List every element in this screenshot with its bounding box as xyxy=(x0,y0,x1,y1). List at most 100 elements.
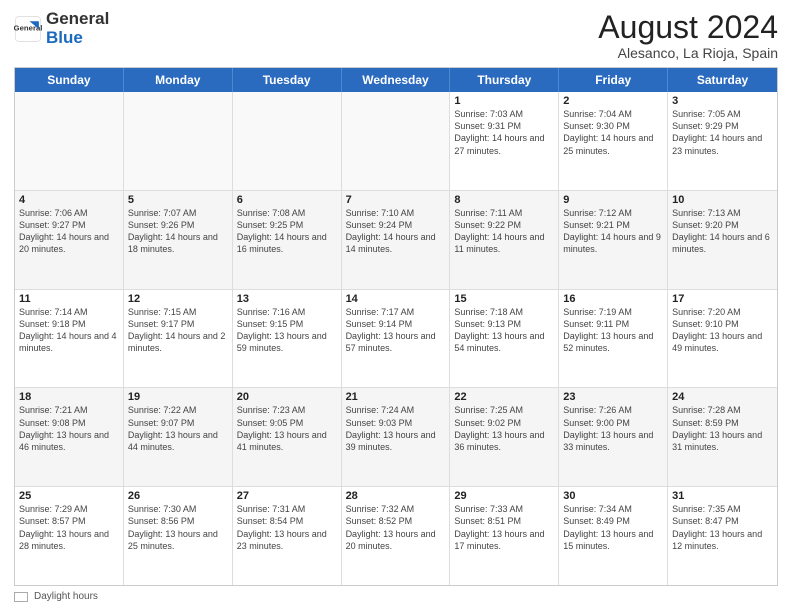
weekday-monday: Monday xyxy=(124,68,233,92)
calendar-cell-r2-c2: 13Sunrise: 7:16 AM Sunset: 9:15 PM Dayli… xyxy=(233,290,342,388)
daylight-box xyxy=(14,592,28,602)
calendar-cell-r3-c1: 19Sunrise: 7:22 AM Sunset: 9:07 PM Dayli… xyxy=(124,388,233,486)
day-number: 12 xyxy=(128,293,228,305)
logo-text: General Blue xyxy=(46,10,109,47)
calendar-cell-r3-c2: 20Sunrise: 7:23 AM Sunset: 9:05 PM Dayli… xyxy=(233,388,342,486)
calendar-cell-r0-c6: 3Sunrise: 7:05 AM Sunset: 9:29 PM Daylig… xyxy=(668,92,777,190)
calendar-row-4: 25Sunrise: 7:29 AM Sunset: 8:57 PM Dayli… xyxy=(15,487,777,585)
day-number: 18 xyxy=(19,391,119,403)
weekday-wednesday: Wednesday xyxy=(342,68,451,92)
day-info: Sunrise: 7:15 AM Sunset: 9:17 PM Dayligh… xyxy=(128,306,228,355)
daylight-label: Daylight hours xyxy=(34,591,98,602)
day-number: 1 xyxy=(454,95,554,107)
day-info: Sunrise: 7:12 AM Sunset: 9:21 PM Dayligh… xyxy=(563,207,663,256)
day-number: 7 xyxy=(346,194,446,206)
calendar-cell-r4-c3: 28Sunrise: 7:32 AM Sunset: 8:52 PM Dayli… xyxy=(342,487,451,585)
day-info: Sunrise: 7:05 AM Sunset: 9:29 PM Dayligh… xyxy=(672,108,773,157)
day-info: Sunrise: 7:35 AM Sunset: 8:47 PM Dayligh… xyxy=(672,503,773,552)
calendar-cell-r1-c2: 6Sunrise: 7:08 AM Sunset: 9:25 PM Daylig… xyxy=(233,191,342,289)
day-number: 10 xyxy=(672,194,773,206)
weekday-thursday: Thursday xyxy=(450,68,559,92)
day-number: 30 xyxy=(563,490,663,502)
footer: Daylight hours xyxy=(14,591,778,602)
weekday-saturday: Saturday xyxy=(668,68,777,92)
day-info: Sunrise: 7:17 AM Sunset: 9:14 PM Dayligh… xyxy=(346,306,446,355)
day-number: 28 xyxy=(346,490,446,502)
day-number: 23 xyxy=(563,391,663,403)
calendar-cell-r2-c1: 12Sunrise: 7:15 AM Sunset: 9:17 PM Dayli… xyxy=(124,290,233,388)
day-info: Sunrise: 7:23 AM Sunset: 9:05 PM Dayligh… xyxy=(237,404,337,453)
day-number: 26 xyxy=(128,490,228,502)
calendar-cell-r1-c4: 8Sunrise: 7:11 AM Sunset: 9:22 PM Daylig… xyxy=(450,191,559,289)
calendar-cell-r4-c4: 29Sunrise: 7:33 AM Sunset: 8:51 PM Dayli… xyxy=(450,487,559,585)
day-number: 25 xyxy=(19,490,119,502)
day-info: Sunrise: 7:30 AM Sunset: 8:56 PM Dayligh… xyxy=(128,503,228,552)
calendar-header: Sunday Monday Tuesday Wednesday Thursday… xyxy=(15,68,777,92)
day-info: Sunrise: 7:34 AM Sunset: 8:49 PM Dayligh… xyxy=(563,503,663,552)
calendar-cell-r3-c0: 18Sunrise: 7:21 AM Sunset: 9:08 PM Dayli… xyxy=(15,388,124,486)
header: General General Blue August 2024 Alesanc… xyxy=(14,10,778,61)
calendar-cell-r0-c0 xyxy=(15,92,124,190)
day-number: 13 xyxy=(237,293,337,305)
logo-general: General xyxy=(46,9,109,28)
calendar-row-3: 18Sunrise: 7:21 AM Sunset: 9:08 PM Dayli… xyxy=(15,388,777,487)
calendar-row-0: 1Sunrise: 7:03 AM Sunset: 9:31 PM Daylig… xyxy=(15,92,777,191)
calendar-cell-r4-c1: 26Sunrise: 7:30 AM Sunset: 8:56 PM Dayli… xyxy=(124,487,233,585)
day-number: 31 xyxy=(672,490,773,502)
day-info: Sunrise: 7:13 AM Sunset: 9:20 PM Dayligh… xyxy=(672,207,773,256)
calendar-cell-r0-c2 xyxy=(233,92,342,190)
day-info: Sunrise: 7:25 AM Sunset: 9:02 PM Dayligh… xyxy=(454,404,554,453)
day-number: 29 xyxy=(454,490,554,502)
title-block: August 2024 Alesanco, La Rioja, Spain xyxy=(598,10,778,61)
weekday-friday: Friday xyxy=(559,68,668,92)
day-info: Sunrise: 7:04 AM Sunset: 9:30 PM Dayligh… xyxy=(563,108,663,157)
day-info: Sunrise: 7:21 AM Sunset: 9:08 PM Dayligh… xyxy=(19,404,119,453)
day-number: 8 xyxy=(454,194,554,206)
day-number: 3 xyxy=(672,95,773,107)
day-number: 5 xyxy=(128,194,228,206)
calendar-cell-r2-c6: 17Sunrise: 7:20 AM Sunset: 9:10 PM Dayli… xyxy=(668,290,777,388)
subtitle: Alesanco, La Rioja, Spain xyxy=(598,45,778,61)
calendar-cell-r3-c3: 21Sunrise: 7:24 AM Sunset: 9:03 PM Dayli… xyxy=(342,388,451,486)
weekday-tuesday: Tuesday xyxy=(233,68,342,92)
day-info: Sunrise: 7:20 AM Sunset: 9:10 PM Dayligh… xyxy=(672,306,773,355)
calendar-cell-r3-c4: 22Sunrise: 7:25 AM Sunset: 9:02 PM Dayli… xyxy=(450,388,559,486)
calendar: Sunday Monday Tuesday Wednesday Thursday… xyxy=(14,67,778,586)
weekday-sunday: Sunday xyxy=(15,68,124,92)
calendar-cell-r1-c6: 10Sunrise: 7:13 AM Sunset: 9:20 PM Dayli… xyxy=(668,191,777,289)
day-info: Sunrise: 7:19 AM Sunset: 9:11 PM Dayligh… xyxy=(563,306,663,355)
day-info: Sunrise: 7:14 AM Sunset: 9:18 PM Dayligh… xyxy=(19,306,119,355)
calendar-cell-r3-c5: 23Sunrise: 7:26 AM Sunset: 9:00 PM Dayli… xyxy=(559,388,668,486)
calendar-cell-r1-c3: 7Sunrise: 7:10 AM Sunset: 9:24 PM Daylig… xyxy=(342,191,451,289)
day-number: 22 xyxy=(454,391,554,403)
day-info: Sunrise: 7:29 AM Sunset: 8:57 PM Dayligh… xyxy=(19,503,119,552)
day-info: Sunrise: 7:03 AM Sunset: 9:31 PM Dayligh… xyxy=(454,108,554,157)
logo-blue: Blue xyxy=(46,28,83,47)
logo: General General Blue xyxy=(14,10,109,47)
day-number: 21 xyxy=(346,391,446,403)
day-info: Sunrise: 7:32 AM Sunset: 8:52 PM Dayligh… xyxy=(346,503,446,552)
calendar-cell-r0-c4: 1Sunrise: 7:03 AM Sunset: 9:31 PM Daylig… xyxy=(450,92,559,190)
calendar-cell-r4-c5: 30Sunrise: 7:34 AM Sunset: 8:49 PM Dayli… xyxy=(559,487,668,585)
day-number: 17 xyxy=(672,293,773,305)
day-info: Sunrise: 7:31 AM Sunset: 8:54 PM Dayligh… xyxy=(237,503,337,552)
calendar-cell-r4-c6: 31Sunrise: 7:35 AM Sunset: 8:47 PM Dayli… xyxy=(668,487,777,585)
day-number: 2 xyxy=(563,95,663,107)
calendar-cell-r1-c5: 9Sunrise: 7:12 AM Sunset: 9:21 PM Daylig… xyxy=(559,191,668,289)
day-number: 6 xyxy=(237,194,337,206)
calendar-cell-r1-c1: 5Sunrise: 7:07 AM Sunset: 9:26 PM Daylig… xyxy=(124,191,233,289)
day-info: Sunrise: 7:06 AM Sunset: 9:27 PM Dayligh… xyxy=(19,207,119,256)
page: General General Blue August 2024 Alesanc… xyxy=(0,0,792,612)
day-info: Sunrise: 7:24 AM Sunset: 9:03 PM Dayligh… xyxy=(346,404,446,453)
calendar-cell-r2-c5: 16Sunrise: 7:19 AM Sunset: 9:11 PM Dayli… xyxy=(559,290,668,388)
calendar-row-1: 4Sunrise: 7:06 AM Sunset: 9:27 PM Daylig… xyxy=(15,191,777,290)
day-info: Sunrise: 7:33 AM Sunset: 8:51 PM Dayligh… xyxy=(454,503,554,552)
calendar-cell-r4-c0: 25Sunrise: 7:29 AM Sunset: 8:57 PM Dayli… xyxy=(15,487,124,585)
day-number: 11 xyxy=(19,293,119,305)
day-number: 19 xyxy=(128,391,228,403)
day-number: 14 xyxy=(346,293,446,305)
calendar-cell-r0-c5: 2Sunrise: 7:04 AM Sunset: 9:30 PM Daylig… xyxy=(559,92,668,190)
calendar-cell-r2-c4: 15Sunrise: 7:18 AM Sunset: 9:13 PM Dayli… xyxy=(450,290,559,388)
calendar-row-2: 11Sunrise: 7:14 AM Sunset: 9:18 PM Dayli… xyxy=(15,290,777,389)
day-number: 9 xyxy=(563,194,663,206)
